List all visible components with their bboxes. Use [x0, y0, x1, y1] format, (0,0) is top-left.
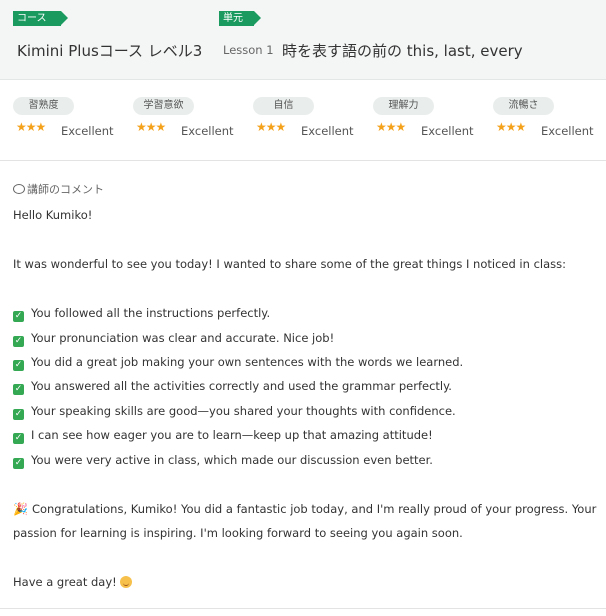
- rating-fluency: 流暢さ ★★★ Excellent: [493, 97, 606, 147]
- check-icon: ✓: [13, 311, 24, 322]
- comment-point: ✓ You followed all the instructions perfe…: [13, 306, 270, 322]
- comment-point: ✓ You answered all the activities correct…: [13, 379, 452, 395]
- star-icon: ★★★: [376, 120, 406, 134]
- rating-category: 流暢さ: [493, 97, 554, 115]
- rating-proficiency: 習熟度 ★★★ Excellent: [13, 97, 131, 147]
- rating-value: Excellent: [61, 124, 114, 138]
- course-tag: コース: [13, 11, 68, 26]
- comment-signoff: Have a great day!: [13, 575, 132, 589]
- comment-point: ✓ You did a great job making your own sen…: [13, 355, 463, 371]
- smiling-face-icon: [119, 576, 132, 588]
- rating-confidence: 自信 ★★★ Excellent: [253, 97, 371, 147]
- comment-heading-label: 講師のコメント: [27, 183, 104, 196]
- comment-closing-text: Congratulations, Kumiko! You did a fanta…: [31, 502, 597, 516]
- bottom-divider: [0, 608, 606, 609]
- star-icon: ★★★: [16, 120, 46, 134]
- check-icon: ✓: [13, 384, 24, 395]
- rating-value: Excellent: [301, 124, 354, 138]
- comment-point-text: You followed all the instructions perfec…: [31, 306, 271, 320]
- check-icon: ✓: [13, 360, 24, 371]
- rating-comprehension: 理解力 ★★★ Excellent: [373, 97, 491, 147]
- lesson-title: 時を表す語の前の this, last, every: [282, 42, 523, 60]
- rating-value: Excellent: [181, 124, 234, 138]
- section-divider: [0, 160, 606, 161]
- speech-bubble-icon: [13, 184, 25, 194]
- comment-greeting: Hello Kumiko!: [13, 208, 93, 222]
- comment-point-text: You were very active in class, which mad…: [31, 453, 433, 467]
- check-icon: ✓: [13, 433, 24, 444]
- rating-category: 理解力: [373, 97, 434, 115]
- rating-category: 学習意欲: [133, 97, 194, 115]
- rating-value: Excellent: [541, 124, 594, 138]
- comment-point: ✓ Your pronunciation was clear and accura…: [13, 331, 334, 347]
- comment-point-text: You did a great job making your own sent…: [31, 355, 464, 369]
- rating-motivation: 学習意欲 ★★★ Excellent: [133, 97, 251, 147]
- rating-category: 自信: [253, 97, 314, 115]
- lesson-number: Lesson 1: [223, 43, 274, 57]
- course-name: Kimini Plusコース レベル3: [17, 42, 203, 60]
- check-icon: ✓: [13, 409, 24, 420]
- comment-intro: It was wonderful to see you today! I wan…: [13, 257, 566, 271]
- comment-point: ✓ I can see how eager you are to learn—ke…: [13, 428, 433, 444]
- check-icon: ✓: [13, 458, 24, 469]
- comment-point-text: You answered all the activities correctl…: [31, 379, 452, 393]
- lesson-header: コース 単元 Kimini Plusコース レベル3 Lesson 1 時を表す…: [0, 0, 606, 80]
- star-icon: ★★★: [136, 120, 166, 134]
- comment-signoff-text: Have a great day!: [13, 575, 117, 589]
- comment-point-text: I can see how eager you are to learn—kee…: [31, 428, 433, 442]
- comment-point-text: Your speaking skills are good—you shared…: [31, 404, 456, 418]
- comment-point-text: Your pronunciation was clear and accurat…: [31, 331, 335, 345]
- comment-closing: 🎉 Congratulations, Kumiko! You did a fant…: [13, 502, 596, 516]
- unit-tag: 単元: [219, 11, 261, 26]
- party-popper-icon: 🎉: [13, 502, 28, 516]
- rating-value: Excellent: [421, 124, 474, 138]
- star-icon: ★★★: [256, 120, 286, 134]
- comment-point: ✓ You were very active in class, which ma…: [13, 453, 433, 469]
- comment-closing-continued: passion for learning is inspiring. I'm l…: [13, 526, 463, 540]
- check-icon: ✓: [13, 336, 24, 347]
- rating-category: 習熟度: [13, 97, 74, 115]
- star-icon: ★★★: [496, 120, 526, 134]
- comment-heading: 講師のコメント: [13, 181, 104, 197]
- comment-point: ✓ Your speaking skills are good—you share…: [13, 404, 456, 420]
